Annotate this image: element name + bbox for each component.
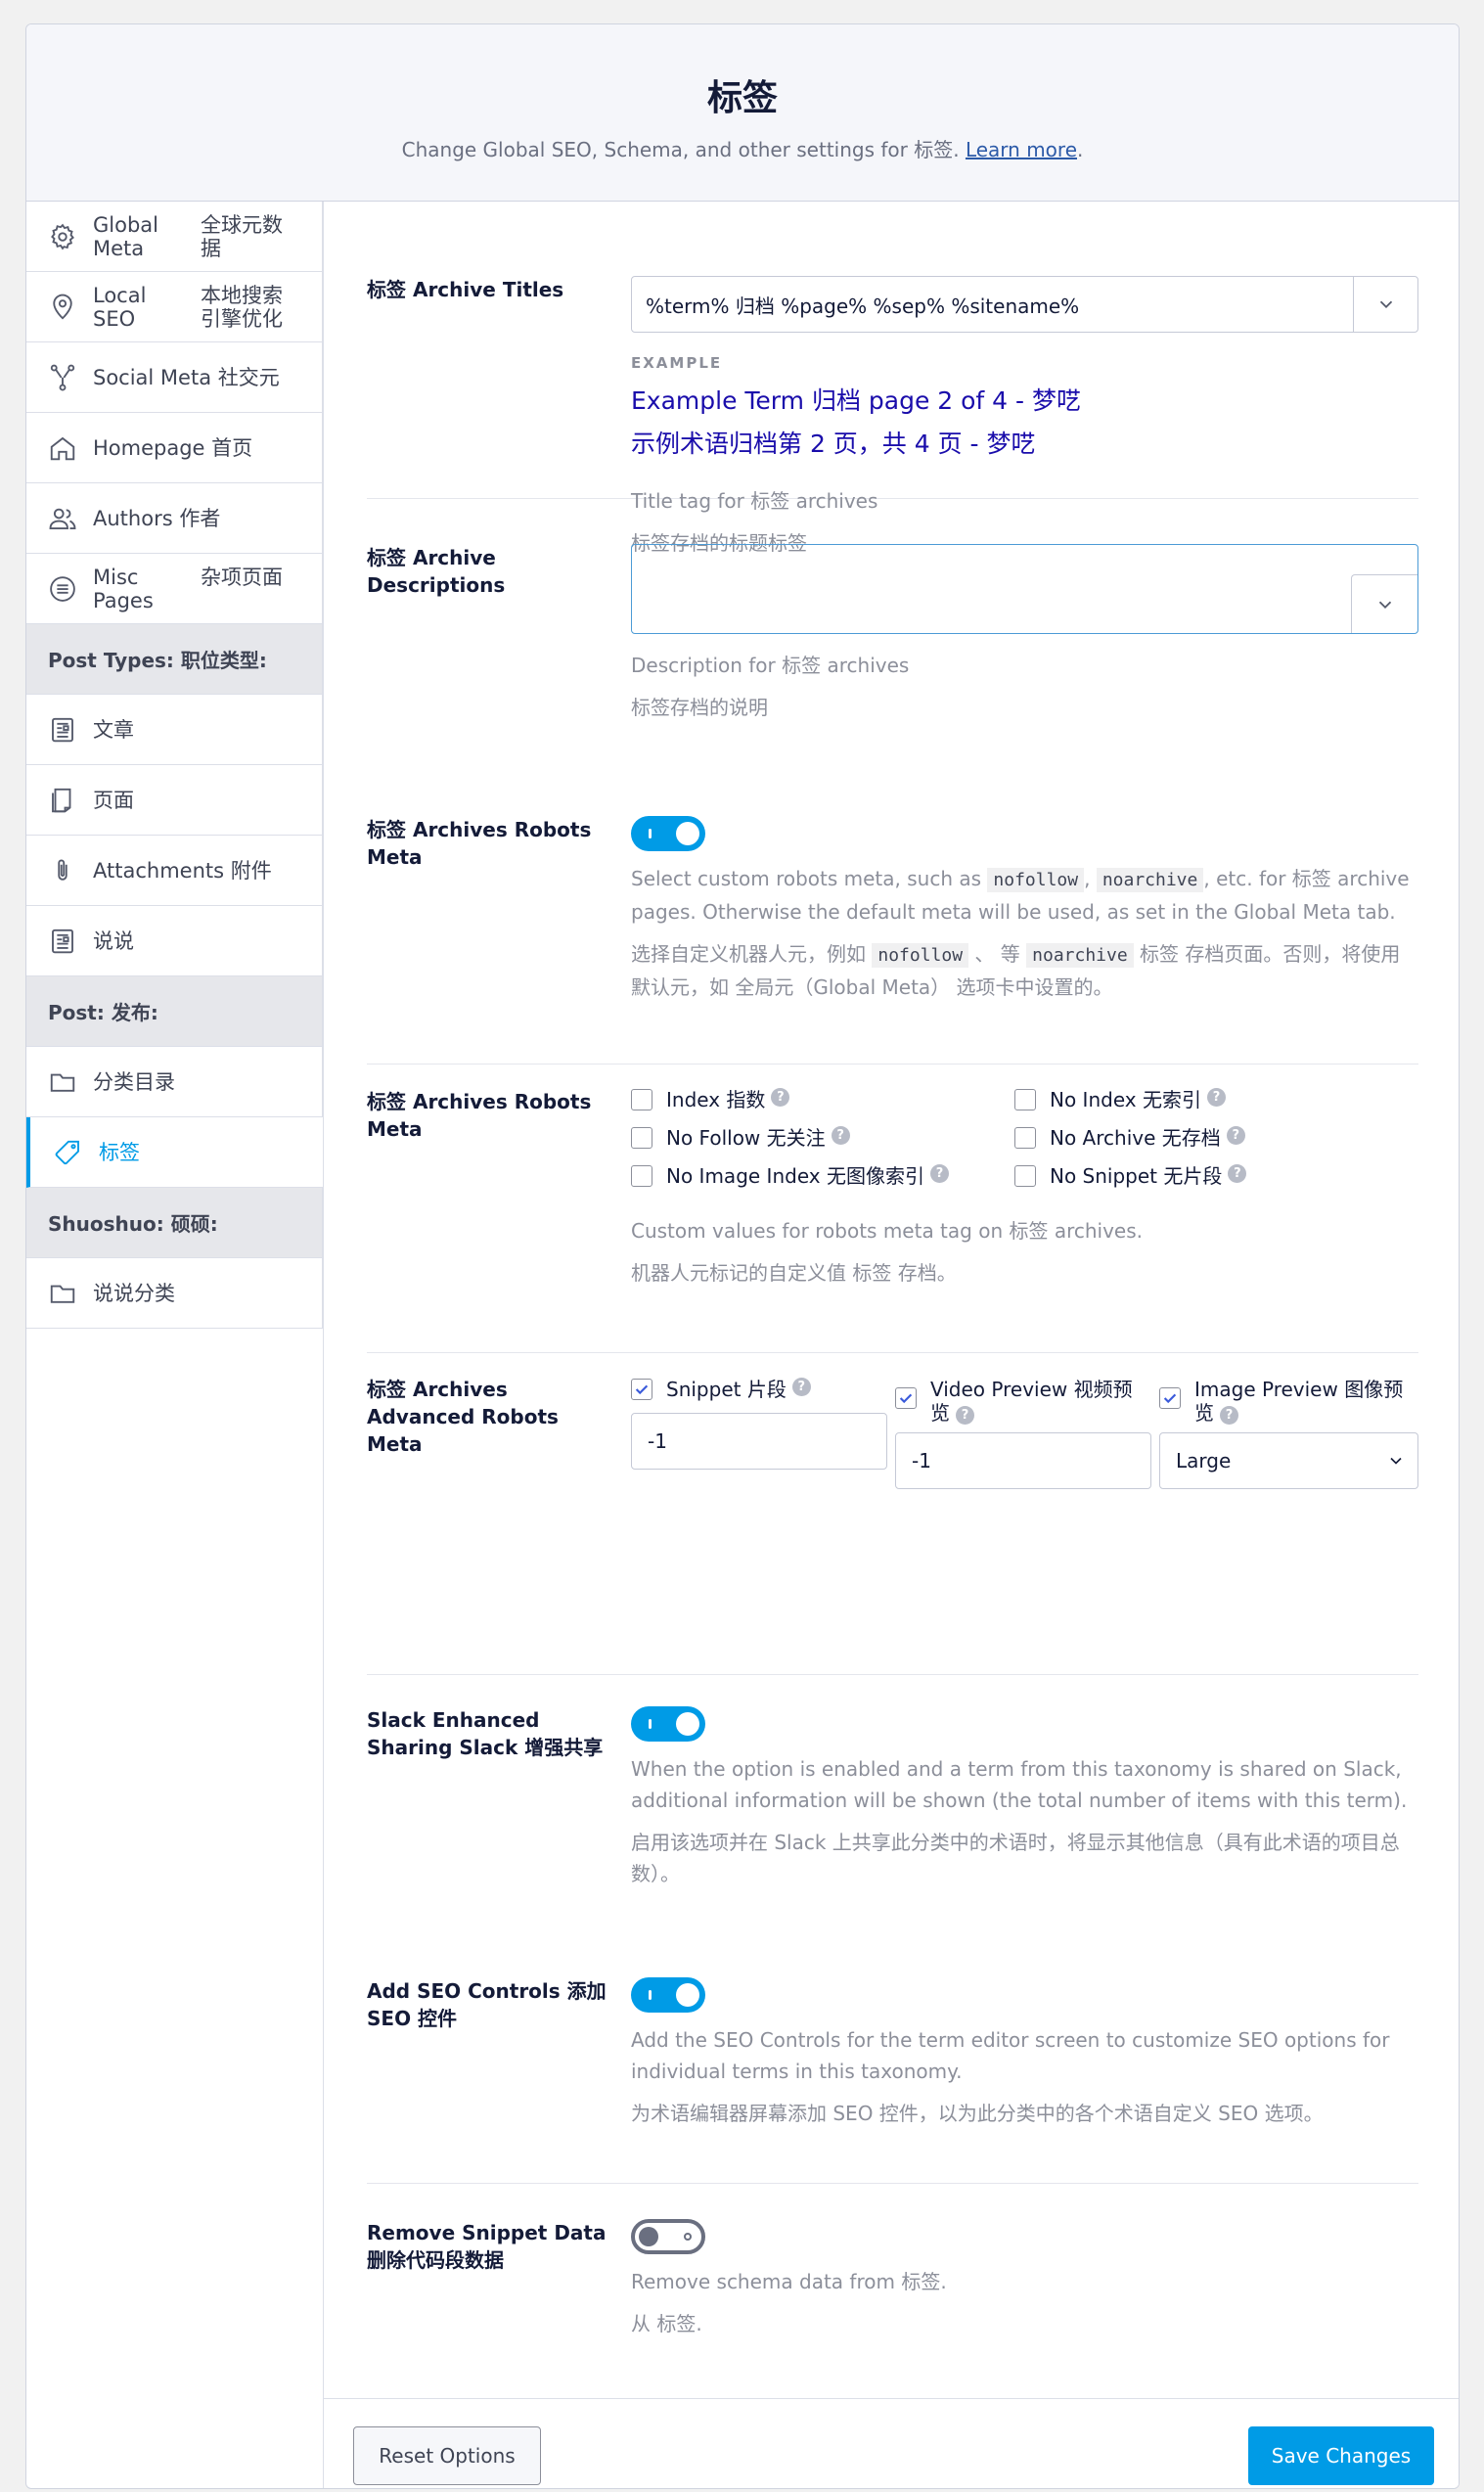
robots-meta-checks-row: 标签 Archives Robots Meta Index 指数? No Fol… — [367, 1088, 1418, 1353]
archive-titles-label: 标签 Archive Titles — [367, 278, 564, 301]
remove-snippet-toggle[interactable] — [631, 2219, 705, 2254]
page-subtitle: Change Global SEO, Schema, and other set… — [401, 138, 1084, 161]
archive-titles-row: 标签 Archive Titles %term% 归档 %page% %sep%… — [367, 276, 1418, 555]
page-title: 标签 — [706, 78, 778, 118]
robots-meta-toggle-row: 标签 Archives Robots Meta Select custom ro… — [367, 816, 1418, 1065]
sidebar-item-global-meta[interactable]: Global Meta 全球元数据 — [26, 202, 323, 272]
seo-controls-row: Add SEO Controls 添加 SEO 控件 Add the SEO C… — [367, 1977, 1418, 2184]
sidebar-item-shuoshuo[interactable]: 说说 — [26, 906, 323, 976]
chevron-down-icon[interactable] — [1351, 574, 1417, 633]
advanced-robots-row: 标签 Archives Advanced Robots Meta Snippet… — [367, 1376, 1418, 1675]
checkbox-image-preview[interactable]: Image Preview 图像预览? — [1159, 1378, 1418, 1425]
checkbox-no-snippet[interactable]: No Snippet 无片段? — [1014, 1164, 1247, 1188]
chevron-down-icon[interactable] — [1353, 277, 1417, 332]
document-icon — [48, 927, 77, 956]
help-icon[interactable]: ? — [831, 1126, 850, 1145]
archive-descriptions-label: 标签 Archive Descriptions — [367, 546, 506, 597]
slack-sharing-toggle[interactable] — [631, 1706, 705, 1742]
learn-more-link[interactable]: Learn more — [966, 138, 1077, 161]
sidebar: Global Meta 全球元数据 Local SEO 本地搜索引擎优化 Socia… — [26, 202, 323, 1329]
slack-sharing-row: Slack Enhanced Sharing Slack 增强共享 When t… — [367, 1706, 1418, 1931]
help-icon[interactable]: ? — [956, 1406, 974, 1425]
help-icon[interactable]: ? — [929, 1164, 949, 1183]
checkbox-index[interactable]: Index 指数? — [631, 1088, 949, 1111]
archive-descriptions-help: Description for 标签 archives 标签存档的说明 — [631, 654, 910, 719]
list-circle-icon — [48, 574, 77, 604]
tag-icon — [54, 1138, 83, 1167]
seo-controls-toggle[interactable] — [631, 1977, 705, 2013]
sidebar-item-local-seo[interactable]: Local SEO 本地搜索引擎优化 — [26, 272, 323, 342]
example-label: EXAMPLE — [631, 354, 723, 372]
robots-meta-toggle-help: Select custom robots meta, such as nofol… — [631, 867, 1410, 999]
sidebar-header-post-types: Post Types: 职位类型: — [26, 624, 323, 695]
checkbox-no-image-index[interactable]: No Image Index 无图像索引? — [631, 1164, 949, 1188]
seo-controls-label: Add SEO Controls 添加 SEO 控件 — [367, 1979, 607, 2030]
sidebar-item-categories[interactable]: 分类目录 — [26, 1047, 323, 1117]
paperclip-icon — [48, 856, 77, 885]
sidebar-item-posts[interactable]: 文章 — [26, 695, 323, 765]
page-icon — [48, 786, 77, 815]
chevron-down-icon — [1390, 1457, 1402, 1465]
footer-bar: Reset Options Save Changes — [324, 2398, 1459, 2488]
robots-meta-checks-help: Custom values for robots meta tag on 标签 … — [631, 1219, 1144, 1285]
folder-icon — [48, 1067, 77, 1097]
sidebar-header-shuoshuo: Shuoshuo: 硕硕: — [26, 1188, 323, 1258]
save-changes-button[interactable]: Save Changes — [1248, 2426, 1434, 2485]
archive-descriptions-input[interactable] — [631, 544, 1418, 634]
video-preview-input[interactable]: -1 — [895, 1432, 1151, 1489]
example-preview: Example Term 归档 page 2 of 4 - 梦呓 示例术语归档第… — [631, 386, 1081, 458]
map-pin-icon — [48, 293, 77, 322]
sidebar-header-post: Post: 发布: — [26, 976, 323, 1047]
help-icon[interactable]: ? — [771, 1088, 790, 1107]
checkbox-snippet[interactable]: Snippet 片段? — [631, 1378, 887, 1401]
remove-snippet-help: Remove schema data from 标签. 从 标签. — [631, 2270, 947, 2335]
sidebar-item-homepage[interactable]: Homepage 首页 — [26, 413, 323, 483]
seo-controls-help: Add the SEO Controls for the term editor… — [631, 2028, 1390, 2125]
checkbox-no-archive[interactable]: No Archive 无存档? — [1014, 1126, 1246, 1150]
folder-icon — [48, 1279, 77, 1308]
remove-snippet-row: Remove Snippet Data 删除代码段数据 Remove schem… — [367, 2219, 1418, 2366]
document-icon — [48, 715, 77, 745]
sidebar-item-authors[interactable]: Authors 作者 — [26, 483, 323, 554]
robots-meta-toggle-label: 标签 Archives Robots Meta — [367, 818, 592, 869]
snippet-length-input[interactable]: -1 — [631, 1413, 887, 1470]
image-preview-select[interactable]: Large — [1159, 1432, 1418, 1489]
help-icon[interactable]: ? — [1220, 1406, 1238, 1425]
settings-panel: 标签 Change Global SEO, Schema, and other … — [25, 23, 1460, 2489]
main-content: 标签 Archive Titles %term% 归档 %page% %sep%… — [323, 202, 1459, 2488]
archive-descriptions-row: 标签 Archive Descriptions Description for … — [367, 544, 1418, 730]
archive-titles-input[interactable]: %term% 归档 %page% %sep% %sitename% — [631, 276, 1418, 333]
sidebar-item-tags[interactable]: 标签 — [26, 1117, 323, 1188]
sidebar-item-pages[interactable]: 页面 — [26, 765, 323, 836]
sidebar-item-misc-pages[interactable]: Misc Pages 杂项页面 — [26, 554, 323, 624]
help-icon[interactable]: ? — [1228, 1164, 1247, 1183]
checkbox-no-index[interactable]: No Index 无索引? — [1014, 1088, 1246, 1111]
home-icon — [48, 433, 77, 463]
gear-icon — [48, 222, 77, 251]
share-nodes-icon — [48, 363, 77, 392]
sidebar-item-social-meta[interactable]: Social Meta 社交元 — [26, 342, 323, 413]
sidebar-item-shuoshuo-categories[interactable]: 说说分类 — [26, 1258, 323, 1329]
sidebar-item-attachments[interactable]: Attachments 附件 — [26, 836, 323, 906]
slack-sharing-label: Slack Enhanced Sharing Slack 增强共享 — [367, 1708, 604, 1759]
help-icon[interactable]: ? — [1206, 1088, 1226, 1107]
checkbox-video-preview[interactable]: Video Preview 视频预览? — [895, 1378, 1151, 1425]
checkbox-no-follow[interactable]: No Follow 无关注? — [631, 1126, 949, 1150]
slack-sharing-help: When the option is enabled and a term fr… — [631, 1757, 1408, 1885]
help-icon[interactable]: ? — [1226, 1126, 1245, 1145]
advanced-robots-label: 标签 Archives Advanced Robots Meta — [367, 1378, 559, 1456]
robots-meta-checks-label: 标签 Archives Robots Meta — [367, 1090, 592, 1141]
page-header: 标签 Change Global SEO, Schema, and other … — [26, 24, 1459, 202]
users-icon — [48, 504, 77, 533]
reset-options-button[interactable]: Reset Options — [353, 2426, 541, 2485]
remove-snippet-label: Remove Snippet Data 删除代码段数据 — [367, 2221, 607, 2272]
robots-meta-toggle[interactable] — [631, 816, 705, 851]
help-icon[interactable]: ? — [791, 1378, 811, 1396]
